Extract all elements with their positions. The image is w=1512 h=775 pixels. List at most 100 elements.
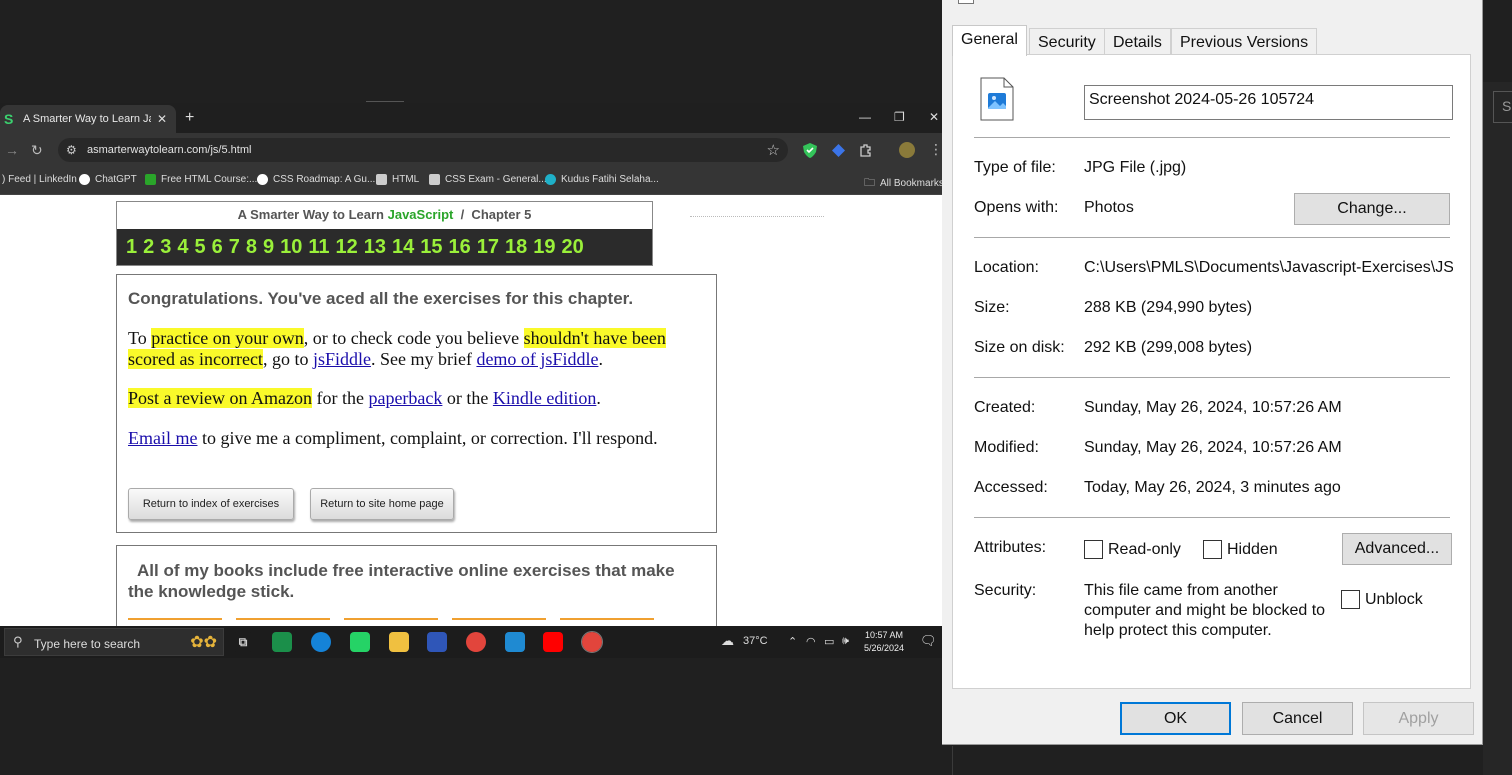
url-text[interactable]: asmarterwaytolearn.com/js/5.html [87, 144, 251, 156]
bookmark-star-icon[interactable]: ☆ [767, 141, 780, 159]
bookmark-kudus[interactable]: Kudus Fatihi Selaha... [545, 174, 659, 185]
amazon-badge[interactable]: amazon [128, 618, 222, 626]
bookmark-html[interactable]: HTML [376, 174, 419, 185]
battery-icon[interactable]: ▭ [824, 635, 834, 648]
tab-close-icon[interactable]: ✕ [157, 112, 167, 126]
browser-tab[interactable]: S A Smarter Way to Learn JavaScr ✕ [0, 105, 176, 133]
whatsapp-icon[interactable] [350, 632, 370, 652]
jsfiddle-link[interactable]: jsFiddle [313, 349, 371, 369]
tab-details[interactable]: Details [1104, 28, 1171, 55]
chapter-link[interactable]: 15 [420, 236, 442, 259]
chapter-link[interactable]: 20 [562, 236, 584, 259]
advanced-button[interactable]: Advanced... [1342, 533, 1452, 565]
medium-icon [257, 174, 268, 185]
readonly-checkbox[interactable] [1084, 540, 1103, 559]
vscode-icon[interactable] [505, 632, 525, 652]
location-value: C:\Users\PMLS\Documents\Javascript-Exerc… [1084, 259, 1453, 276]
profile-avatar[interactable] [899, 142, 915, 158]
chapter-link[interactable]: 13 [364, 236, 386, 259]
chrome-icon[interactable] [466, 632, 486, 652]
new-tab-button[interactable]: + [185, 110, 194, 126]
shield-extension-icon[interactable] [803, 143, 817, 158]
menu-kebab-icon[interactable]: ⋮ [929, 141, 942, 158]
chapter-link[interactable]: 9 [263, 236, 274, 259]
bookmark-chatgpt[interactable]: ChatGPT [79, 174, 137, 185]
chapter-link[interactable]: 16 [449, 236, 471, 259]
chapter-link[interactable]: 1 [126, 236, 137, 259]
omnibox[interactable]: ⚙ asmarterwaytolearn.com/js/5.html ☆ [58, 138, 788, 162]
separator [974, 237, 1450, 238]
site-info-icon[interactable]: ⚙ [66, 143, 77, 157]
bookmark-css-exam[interactable]: CSS Exam - General... [429, 174, 547, 185]
search-placeholder: Type here to search [34, 637, 141, 651]
location-label: Location: [974, 259, 1039, 276]
bookmark-linkedin[interactable]: ) Feed | LinkedIn [2, 174, 77, 185]
files-app-icon[interactable] [272, 632, 292, 652]
amazon-badge[interactable]: amazon [560, 618, 654, 626]
chrome-active-icon[interactable] [581, 631, 603, 653]
chapter-link[interactable]: 10 [280, 236, 302, 259]
chapter-link[interactable]: 12 [336, 236, 358, 259]
unblock-label[interactable]: Unblock [1365, 591, 1423, 609]
chevron-up-icon[interactable]: ⌃ [788, 635, 797, 648]
chapter-link[interactable]: 18 [505, 236, 527, 259]
chapter-link[interactable]: 8 [246, 236, 257, 259]
chapter-link[interactable]: 4 [177, 236, 188, 259]
bookmark-css-roadmap[interactable]: CSS Roadmap: A Gu... [257, 174, 375, 185]
wifi-icon[interactable]: ◠ [806, 635, 816, 648]
chapter-link[interactable]: 11 [308, 236, 329, 259]
ok-button[interactable]: OK [1120, 702, 1231, 735]
extension-diamond-icon[interactable] [832, 144, 845, 157]
chapter-link[interactable]: 7 [229, 236, 240, 259]
chapter-link[interactable]: 5 [195, 236, 206, 259]
hidden-label[interactable]: Hidden [1227, 541, 1278, 559]
close-window-button[interactable]: ✕ [929, 110, 939, 124]
chapter-link[interactable]: 14 [392, 236, 414, 259]
tab-security[interactable]: Security [1029, 28, 1105, 55]
extensions-puzzle-icon[interactable] [859, 143, 873, 157]
notification-icon[interactable]: 🗨 [920, 633, 937, 649]
maximize-button[interactable]: ❐ [894, 110, 905, 124]
bookmark-free-html[interactable]: Free HTML Course:... [145, 174, 257, 185]
forward-icon[interactable]: → [5, 142, 19, 158]
edge-icon[interactable] [311, 632, 331, 652]
reload-icon[interactable]: ↻ [31, 142, 43, 159]
filename-input[interactable]: Screenshot 2024-05-26 105724 [1084, 85, 1453, 120]
volume-icon[interactable]: 🕪 [842, 635, 849, 648]
amazon-badge[interactable]: amazon [452, 618, 546, 626]
task-view-icon[interactable]: ⧉ [233, 632, 253, 652]
amazon-badge[interactable]: amazon [344, 618, 438, 626]
return-home-button[interactable]: Return to site home page [310, 488, 454, 520]
chapter-link[interactable]: 19 [533, 236, 555, 259]
weather-temp[interactable]: 37°C [743, 635, 768, 647]
taskbar-clock[interactable]: 10:57 AM 5/26/2024 [858, 629, 910, 655]
apply-button[interactable]: Apply [1363, 702, 1474, 735]
file-explorer-icon[interactable] [389, 632, 409, 652]
unblock-checkbox[interactable] [1341, 590, 1360, 609]
weather-icon: ☁ [721, 633, 734, 648]
address-bar-row: → ↻ ⚙ asmarterwaytolearn.com/js/5.html ☆… [0, 133, 942, 167]
hidden-checkbox[interactable] [1203, 540, 1222, 559]
tab-previous-versions[interactable]: Previous Versions [1171, 28, 1318, 55]
email-me-link[interactable]: Email me [128, 428, 197, 448]
youtube-icon[interactable] [543, 632, 563, 652]
readonly-label[interactable]: Read-only [1108, 541, 1181, 559]
taskbar-search-box[interactable]: ⚲ Type here to search ✿✿ [4, 628, 224, 656]
dev-icon[interactable] [427, 632, 447, 652]
kindle-link[interactable]: Kindle edition [493, 388, 596, 408]
chapter-link[interactable]: 2 [143, 236, 154, 259]
paperback-link[interactable]: paperback [368, 388, 442, 408]
change-button[interactable]: Change... [1294, 193, 1450, 225]
return-index-button[interactable]: Return to index of exercises [128, 488, 294, 520]
chapter-link[interactable]: 17 [477, 236, 499, 259]
minimize-button[interactable]: — [859, 110, 871, 124]
chapter-link[interactable]: 6 [212, 236, 223, 259]
all-bookmarks[interactable]: 🗀 All Bookmarks [864, 174, 942, 193]
chapter-link[interactable]: 3 [160, 236, 171, 259]
demo-jsfiddle-link[interactable]: demo of jsFiddle [476, 349, 598, 369]
amazon-badge[interactable]: amazon [236, 618, 330, 626]
cancel-button[interactable]: Cancel [1242, 702, 1353, 735]
folder-icon: 🗀 [864, 177, 875, 189]
tab-general[interactable]: General [952, 25, 1027, 56]
background-search-box[interactable]: S [1493, 91, 1512, 123]
